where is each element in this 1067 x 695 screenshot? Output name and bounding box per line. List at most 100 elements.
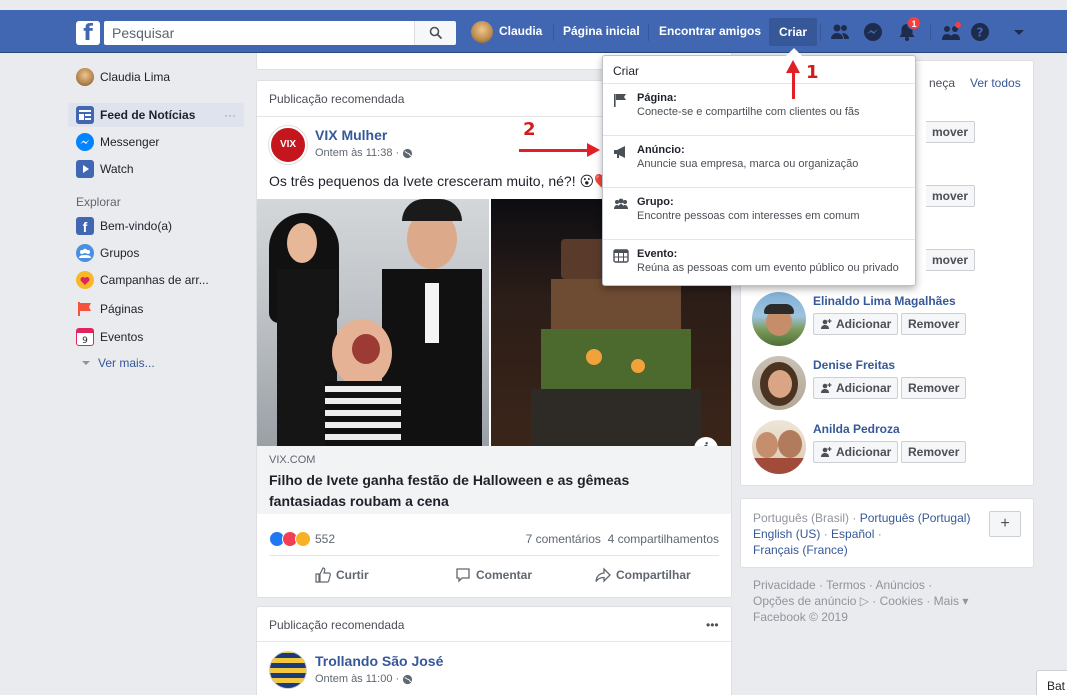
like-label: Curtir [336, 568, 369, 582]
events-calendar-icon: 9 [76, 328, 94, 346]
search-input[interactable] [104, 21, 414, 45]
create-event-option[interactable]: Evento: Reúna as pessoas com um evento p… [603, 239, 915, 285]
link-title[interactable]: Filho de Ivete ganha festão de Halloween… [269, 470, 709, 512]
find-friends-link[interactable]: Encontrar amigos [659, 10, 761, 53]
annotation-arrow-2-shaft [519, 149, 589, 152]
messenger-icon[interactable] [862, 21, 884, 43]
dropdown-title: Criar [613, 64, 639, 78]
photo-makeup [352, 334, 380, 364]
sidebar-item-watch[interactable]: Watch [76, 158, 134, 180]
account-menu-chevron-down-icon[interactable] [1008, 21, 1030, 43]
reactions-summary[interactable]: 552 [269, 531, 335, 547]
see-more-label: Ver mais... [98, 356, 155, 370]
profile-avatar [76, 68, 94, 86]
person-name-link[interactable]: Denise Freitas [813, 358, 895, 372]
nav-divider [820, 24, 821, 41]
create-group-option[interactable]: Grupo: Encontre pessoas com interesses e… [603, 187, 915, 239]
post-card: Publicação recomendada ••• Trollando São… [256, 606, 732, 695]
add-friend-button[interactable]: Adicionar [813, 377, 899, 399]
friend-requests-icon[interactable] [829, 21, 851, 43]
quick-help-people-icon[interactable] [940, 21, 962, 43]
like-button[interactable]: Curtir [315, 567, 369, 583]
comment-button[interactable]: Comentar [455, 567, 532, 583]
language-link[interactable]: Español [831, 527, 874, 541]
create-page-option[interactable]: Página: Conecte-se e compartilhe com cli… [603, 83, 915, 135]
remove-button[interactable]: mover [926, 121, 976, 143]
cake-pumpkin [631, 359, 645, 373]
post-author-link[interactable]: VIX Mulher [315, 127, 387, 143]
share-button[interactable]: Compartilhar [595, 567, 691, 583]
language-link[interactable]: Français (France) [753, 543, 848, 557]
sidebar-item-pages[interactable]: Páginas [76, 298, 143, 320]
remove-button[interactable]: Remover [901, 313, 967, 335]
sidebar-profile[interactable]: Claudia Lima [76, 66, 170, 88]
sidebar-item-label: Eventos [100, 330, 144, 344]
annotation-arrow-1-shaft [792, 71, 795, 99]
megaphone-icon [614, 146, 625, 158]
share-arrow-icon [595, 567, 611, 583]
person-avatar[interactable] [752, 356, 806, 410]
language-link[interactable]: Português (Portugal) [860, 511, 971, 525]
facebook-logo-icon[interactable]: f [76, 21, 100, 45]
person-name-link[interactable]: Anilda Pedroza [813, 422, 900, 436]
photo-hair [402, 199, 462, 221]
search-icon [429, 26, 443, 40]
globe-icon [403, 148, 413, 158]
see-more-link[interactable]: Ver mais... [80, 356, 155, 370]
comment-label: Comentar [476, 568, 533, 582]
sidebar-item-messenger[interactable]: Messenger [76, 131, 159, 153]
vix-page-avatar[interactable]: VIX [269, 126, 307, 164]
cake-tier [541, 329, 691, 389]
messenger-icon [76, 133, 94, 151]
post-timestamp[interactable]: Ontem às 11:38 · [315, 147, 413, 159]
add-friend-button[interactable]: Adicionar [813, 313, 899, 335]
sidebar-item-fundraisers[interactable]: Campanhas de arr... [76, 269, 209, 291]
language-link[interactable]: English (US) [753, 527, 820, 541]
footer-line[interactable]: Opções de anúncio ▷ · Cookies · Mais ▾ [753, 593, 1023, 609]
remove-button[interactable]: Remover [901, 377, 967, 399]
see-all-link[interactable]: Ver todos [970, 76, 1021, 90]
reactions-count: 552 [315, 532, 336, 546]
help-icon[interactable]: ? [969, 21, 991, 43]
post-timestamp[interactable]: Ontem às 11:00 · [315, 673, 413, 685]
sidebar-item-welcome[interactable]: f Bem-vindo(a) [76, 215, 172, 237]
person-avatar[interactable] [752, 292, 806, 346]
sidebar-item-feed[interactable]: Feed de Notícias [76, 104, 195, 126]
person-name-link[interactable]: Elinaldo Lima Magalhães [813, 294, 956, 308]
user-avatar[interactable] [471, 21, 493, 43]
home-link[interactable]: Página inicial [563, 10, 640, 53]
divider [269, 555, 719, 556]
create-ad-option[interactable]: Anúncio: Anuncie sua empresa, marca ou o… [603, 135, 915, 187]
remove-button[interactable]: mover [926, 185, 976, 207]
person-avatar[interactable] [752, 420, 806, 474]
post-author-link[interactable]: Trollando São José [315, 653, 443, 669]
person-face [778, 430, 802, 458]
footer-line[interactable]: Privacidade · Termos · Anúncios · [753, 577, 1023, 593]
option-description: Reúna as pessoas com um evento público o… [637, 262, 899, 274]
search-button[interactable] [414, 21, 456, 45]
nav-divider [930, 24, 931, 41]
globe-icon [403, 674, 413, 684]
link-domain: VIX.COM [269, 454, 316, 466]
sidebar-item-label: Watch [100, 162, 134, 176]
cake-pumpkin [586, 349, 602, 365]
create-button[interactable]: Criar [769, 18, 817, 46]
comment-bubble-icon [456, 568, 470, 583]
feed-options-more-icon[interactable]: ··· [224, 108, 236, 122]
comments-shares-count[interactable]: 7 comentários 4 compartilhamentos [526, 532, 719, 546]
add-language-button[interactable]: + [989, 511, 1021, 537]
add-friend-label: Adicionar [836, 317, 892, 331]
sidebar-item-events[interactable]: 9 Eventos [76, 326, 143, 348]
add-friend-button[interactable]: Adicionar [813, 441, 899, 463]
sidebar-item-label: Bem-vindo(a) [100, 219, 173, 233]
post-header-label: Publicação recomendada [269, 92, 405, 106]
remove-button[interactable]: Remover [901, 441, 967, 463]
sidebar-item-groups[interactable]: Grupos [76, 242, 139, 264]
chat-tab[interactable]: Bat [1036, 670, 1067, 695]
remove-button[interactable]: mover [926, 249, 976, 271]
watch-icon [76, 160, 94, 178]
trollando-page-avatar[interactable] [269, 651, 307, 689]
profile-link[interactable]: Claudia [499, 10, 542, 53]
post-options-more-icon[interactable]: ••• [706, 618, 719, 632]
add-friend-label: Adicionar [836, 445, 892, 459]
